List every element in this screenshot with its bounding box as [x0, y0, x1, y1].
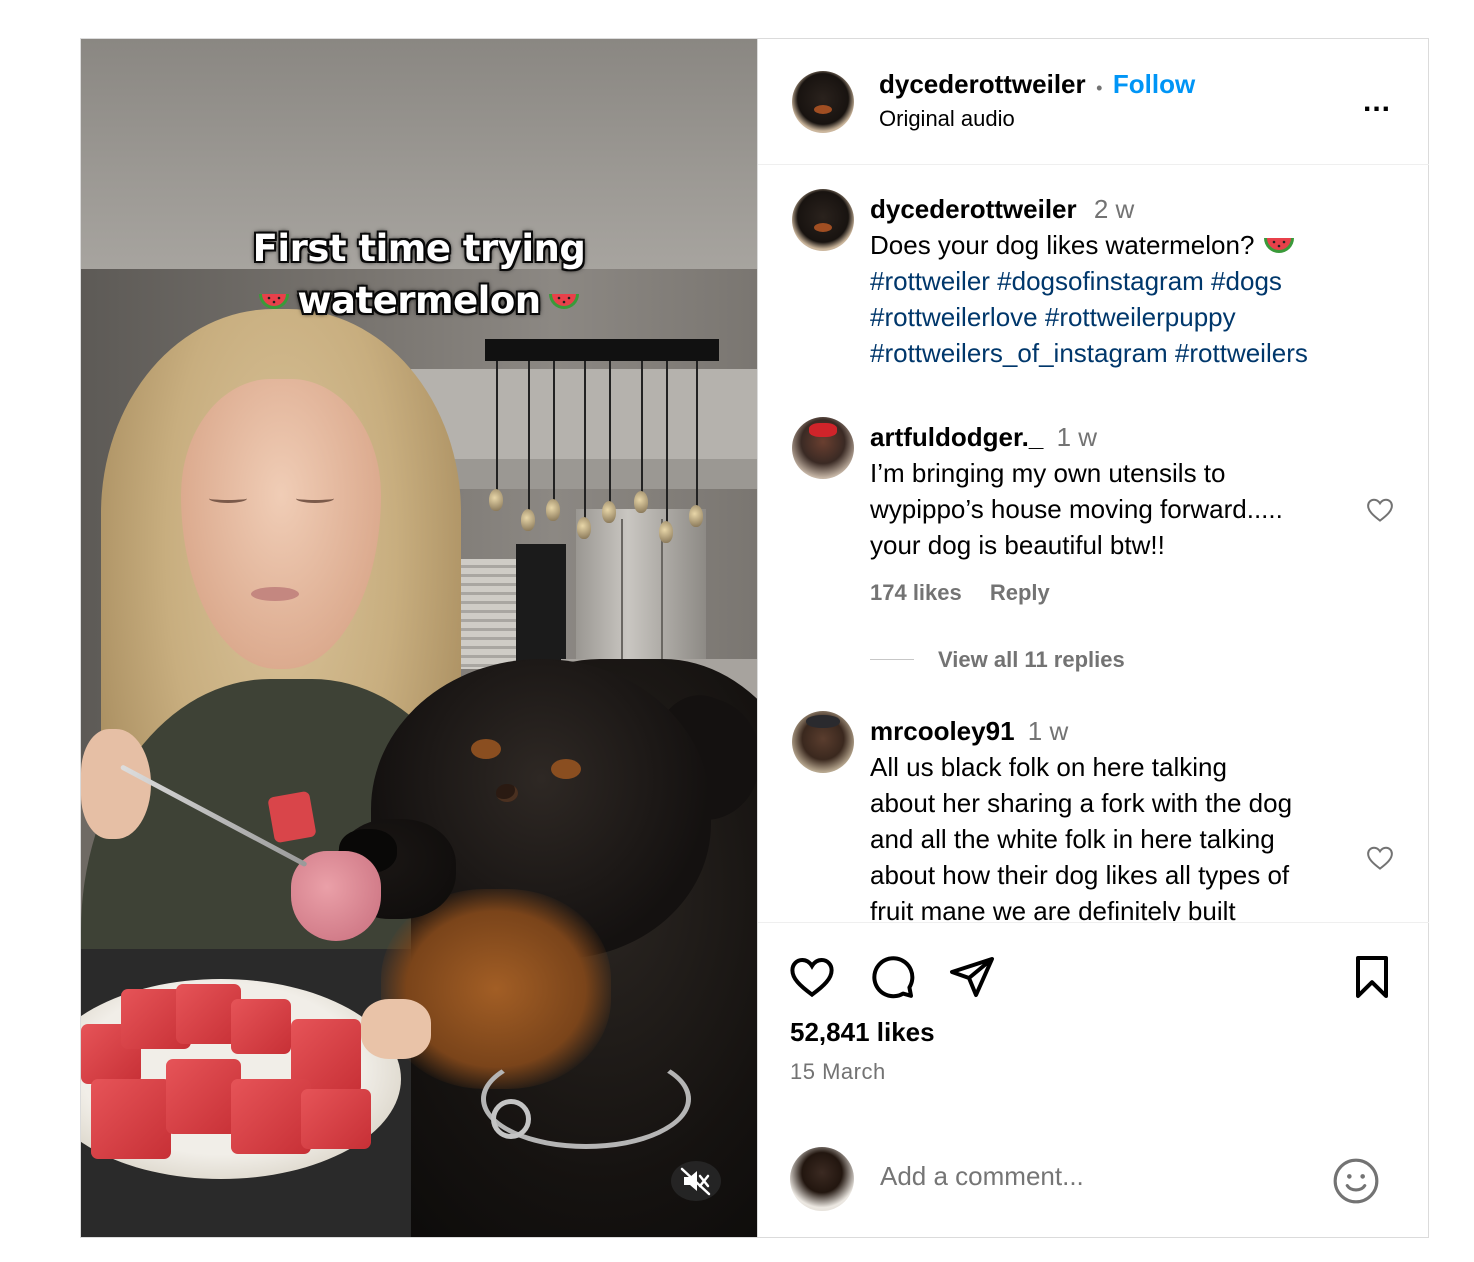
add-comment-input[interactable]: [880, 1161, 1320, 1192]
emoji-icon[interactable]: [1331, 1156, 1381, 1206]
comment: mrcooley91 1 w All us black folk on here…: [870, 713, 1370, 921]
comment-text: fruit mane we are definitely built: [870, 896, 1236, 921]
replies-divider: [870, 659, 914, 660]
comment-text: your dog is beautiful btw!!: [870, 530, 1165, 560]
comment-text: about her sharing a fork with the dog: [870, 788, 1293, 818]
speaker-muted-icon: [680, 1167, 711, 1196]
separator-dot: •: [1096, 78, 1103, 99]
watermelon-emoji-icon: [259, 293, 290, 309]
caption-hashtags[interactable]: #rottweilerlove #rottweilerpuppy: [870, 302, 1236, 332]
audio-label[interactable]: Original audio: [879, 106, 1015, 132]
caption-text: Does your dog likes watermelon?: [870, 230, 1255, 260]
caption-age[interactable]: 2 w: [1094, 194, 1134, 224]
mute-button[interactable]: [671, 1161, 721, 1201]
comment-username[interactable]: mrcooley91: [870, 716, 1015, 746]
view-replies-button[interactable]: View all 11 replies: [938, 647, 1125, 673]
comment-likes-count[interactable]: 174 likes: [870, 580, 962, 605]
commenter-avatar[interactable]: [792, 417, 854, 479]
video-caption-line1: First time trying: [252, 227, 586, 270]
post-dialog: First time trying watermelon dycederottw…: [80, 38, 1429, 1238]
caption-avatar[interactable]: [792, 189, 854, 251]
comment-age[interactable]: 1 w: [1028, 716, 1068, 746]
post-date[interactable]: 15 March: [790, 1059, 886, 1085]
watermelon-emoji-icon: [1263, 238, 1294, 254]
caption-username[interactable]: dycederottweiler: [870, 194, 1077, 224]
watermelon-emoji-icon: [548, 293, 579, 309]
comment-like-heart-icon[interactable]: [1365, 843, 1395, 873]
follow-button[interactable]: Follow: [1113, 69, 1195, 99]
bookmark-icon[interactable]: [1348, 953, 1396, 1001]
more-options-button[interactable]: ...: [1363, 85, 1391, 119]
heart-icon[interactable]: [788, 953, 836, 1001]
comment-text: and all the white folk in here talking: [870, 824, 1275, 854]
comment-icon[interactable]: [868, 953, 916, 1001]
video-caption-line2-text: watermelon: [297, 279, 541, 322]
add-comment-row: [758, 1121, 1429, 1239]
post-video[interactable]: First time trying watermelon: [81, 39, 757, 1237]
caption-block: dycederottweiler 2 w Does your dog likes…: [870, 191, 1370, 371]
post-actions: 52,841 likes 15 March: [758, 922, 1429, 1239]
caption-hashtags[interactable]: #rottweiler #dogsofinstagram #dogs: [870, 266, 1282, 296]
paper-plane-icon[interactable]: [948, 953, 996, 1001]
caption-hashtags[interactable]: #rottweilers_of_instagram #rottweilers: [870, 338, 1308, 368]
comment-age[interactable]: 1 w: [1057, 422, 1097, 452]
comment-username[interactable]: artfuldodger._: [870, 422, 1043, 452]
comment-text: about how their dog likes all types of: [870, 860, 1290, 890]
comment-text: wypippo’s house moving forward.....: [870, 494, 1283, 524]
comment-text: All us black folk on here talking: [870, 752, 1227, 782]
comments-list[interactable]: dycederottweiler 2 w Does your dog likes…: [758, 165, 1429, 921]
reply-button[interactable]: Reply: [990, 580, 1050, 605]
author-avatar[interactable]: [792, 71, 854, 133]
author-username[interactable]: dycederottweiler: [879, 69, 1086, 99]
post-header: dycederottweiler • Follow Original audio…: [758, 39, 1429, 165]
current-user-avatar: [790, 1147, 854, 1211]
commenter-avatar[interactable]: [792, 711, 854, 773]
more-icon: ...: [1362, 85, 1391, 118]
video-caption-line2: watermelon: [81, 279, 757, 322]
likes-count[interactable]: 52,841 likes: [790, 1017, 935, 1048]
comment-text: I’m bringing my own utensils to: [870, 458, 1226, 488]
comment-like-heart-icon[interactable]: [1365, 495, 1395, 525]
comment: artfuldodger._ 1 w I’m bringing my own u…: [870, 419, 1370, 563]
post-side-panel: dycederottweiler • Follow Original audio…: [757, 39, 1429, 1237]
